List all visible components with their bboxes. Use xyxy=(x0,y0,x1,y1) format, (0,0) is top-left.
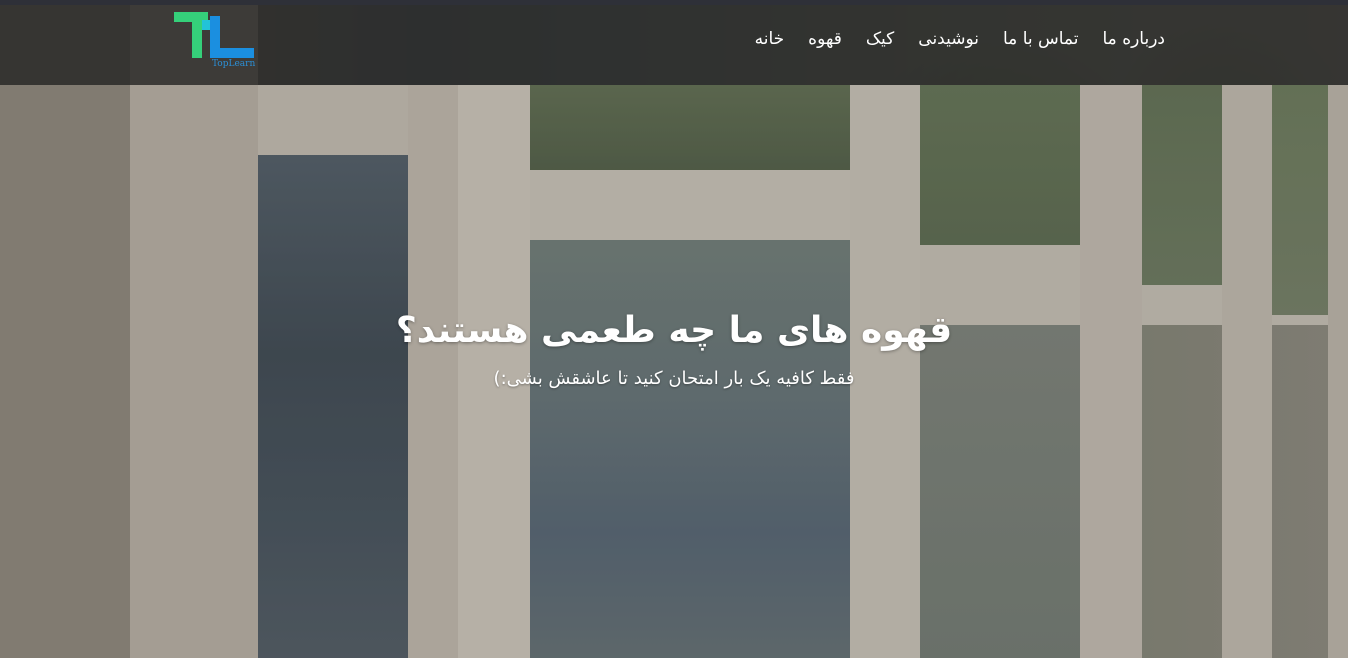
nav-item-drinks[interactable]: نوشیدنی xyxy=(918,27,979,51)
hero-subtitle: فقط کافیه یک بار امتحان کنید تا عاشقش بش… xyxy=(493,368,855,389)
top-strip xyxy=(0,0,1348,5)
hero-title: قهوه های ما چه طعمی هستند؟ xyxy=(395,310,953,351)
nav-item-about[interactable]: درباره ما xyxy=(1103,27,1166,51)
navbar: TopLearn خانه قهوه کیک نوشیدنی تماس با م… xyxy=(0,5,1348,85)
nav-item-home[interactable]: خانه xyxy=(755,27,785,51)
nav-item-contact[interactable]: تماس با ما xyxy=(1003,27,1079,51)
main-nav: خانه قهوه کیک نوشیدنی تماس با ما درباره … xyxy=(755,27,1165,51)
nav-item-cake[interactable]: کیک xyxy=(866,27,894,51)
nav-item-coffee[interactable]: قهوه xyxy=(808,27,842,51)
logo-text: TopLearn xyxy=(212,59,256,69)
logo[interactable]: TopLearn xyxy=(174,12,258,76)
page: TopLearn خانه قهوه کیک نوشیدنی تماس با م… xyxy=(0,0,1348,658)
